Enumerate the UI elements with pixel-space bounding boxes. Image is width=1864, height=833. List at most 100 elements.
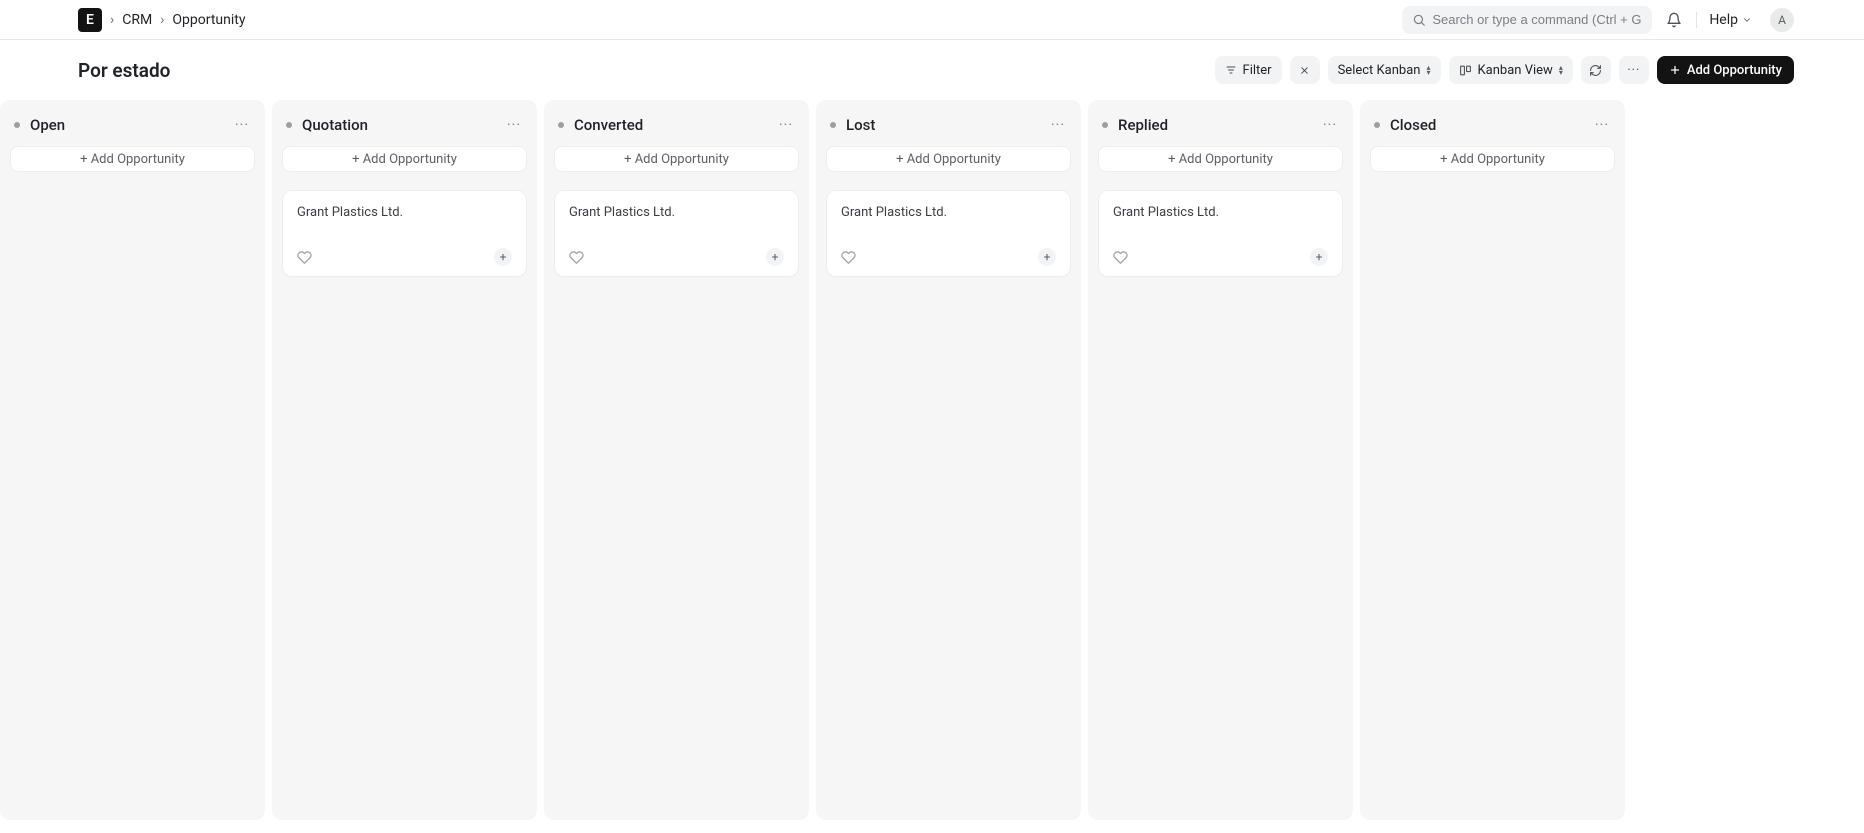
column-more-button[interactable]: ··· bbox=[777, 117, 795, 133]
help-button[interactable]: Help bbox=[1705, 12, 1756, 28]
column-more-button[interactable]: ··· bbox=[233, 117, 251, 133]
chevron-down-icon bbox=[1742, 15, 1752, 25]
kanban-column[interactable]: Converted ··· + Add Opportunity Grant Plast… bbox=[544, 100, 809, 820]
card-assign-button[interactable]: + bbox=[494, 248, 512, 266]
column-title-wrap: Quotation bbox=[286, 116, 368, 134]
kanban-column[interactable]: Closed ··· + Add Opportunity bbox=[1360, 100, 1625, 820]
more-actions-button[interactable]: ··· bbox=[1619, 56, 1649, 84]
heart-icon bbox=[569, 250, 584, 265]
card-title: Grant Plastics Ltd. bbox=[297, 205, 512, 220]
view-label: Kanban View bbox=[1478, 63, 1553, 78]
opportunity-card[interactable]: Grant Plastics Ltd. + bbox=[282, 190, 527, 277]
board-scroll[interactable]: Open ··· + Add Opportunity Quotation ··· + Ad… bbox=[0, 100, 1864, 820]
column-add-label: + Add Opportunity bbox=[896, 152, 1001, 167]
notifications-button[interactable] bbox=[1660, 6, 1688, 34]
like-button[interactable] bbox=[297, 250, 312, 265]
breadcrumb-crm[interactable]: CRM bbox=[122, 12, 152, 28]
add-opportunity-label: Add Opportunity bbox=[1687, 63, 1782, 78]
kanban-column[interactable]: Quotation ··· + Add Opportunity Grant Plast… bbox=[272, 100, 537, 820]
card-title: Grant Plastics Ltd. bbox=[569, 205, 784, 220]
column-header: Quotation ··· bbox=[282, 108, 527, 146]
kanban-column[interactable]: Lost ··· + Add Opportunity Grant Plastics L… bbox=[816, 100, 1081, 820]
app-logo[interactable]: E bbox=[78, 8, 102, 32]
heart-icon bbox=[1113, 250, 1128, 265]
column-name: Closed bbox=[1390, 116, 1436, 134]
filter-icon bbox=[1225, 64, 1237, 76]
column-add-opportunity-button[interactable]: + Add Opportunity bbox=[554, 146, 799, 172]
refresh-button[interactable] bbox=[1581, 56, 1611, 84]
avatar-initial: A bbox=[1778, 13, 1786, 27]
column-more-button[interactable]: ··· bbox=[1593, 117, 1611, 133]
sort-icon: ▴▾ bbox=[1427, 65, 1431, 75]
column-add-opportunity-button[interactable]: + Add Opportunity bbox=[826, 146, 1071, 172]
filter-label: Filter bbox=[1243, 63, 1272, 78]
kanban-column[interactable]: Replied ··· + Add Opportunity Grant Plastic… bbox=[1088, 100, 1353, 820]
page-title: Por estado bbox=[78, 59, 170, 82]
status-dot-icon bbox=[558, 122, 564, 128]
opportunity-card[interactable]: Grant Plastics Ltd. + bbox=[554, 190, 799, 277]
status-dot-icon bbox=[830, 122, 836, 128]
column-add-opportunity-button[interactable]: + Add Opportunity bbox=[1098, 146, 1343, 172]
column-add-label: + Add Opportunity bbox=[80, 152, 185, 167]
column-title-wrap: Lost bbox=[830, 116, 875, 134]
kanban-icon bbox=[1459, 64, 1472, 77]
view-select-button[interactable]: Kanban View ▴▾ bbox=[1449, 56, 1573, 84]
avatar[interactable]: A bbox=[1770, 8, 1794, 32]
card-assign-button[interactable]: + bbox=[766, 248, 784, 266]
topbar-left: E › CRM › Opportunity bbox=[78, 8, 245, 32]
clear-filter-button[interactable] bbox=[1290, 56, 1320, 84]
status-dot-icon bbox=[286, 122, 292, 128]
like-button[interactable] bbox=[569, 250, 584, 265]
refresh-icon bbox=[1589, 64, 1602, 77]
column-title-wrap: Replied bbox=[1102, 116, 1168, 134]
column-add-opportunity-button[interactable]: + Add Opportunity bbox=[1370, 146, 1615, 172]
column-title-wrap: Open bbox=[14, 116, 65, 134]
subheader: Por estado Filter Select Kanban ▴▾ Kanba… bbox=[0, 40, 1864, 100]
status-dot-icon bbox=[14, 122, 20, 128]
column-add-opportunity-button[interactable]: + Add Opportunity bbox=[10, 146, 255, 172]
add-opportunity-primary-button[interactable]: Add Opportunity bbox=[1657, 56, 1794, 84]
sort-icon: ▴▾ bbox=[1559, 65, 1563, 75]
divider bbox=[1696, 12, 1697, 28]
plus-icon bbox=[1669, 64, 1681, 76]
filter-button[interactable]: Filter bbox=[1215, 56, 1282, 84]
column-more-button[interactable]: ··· bbox=[1049, 117, 1067, 133]
column-add-opportunity-button[interactable]: + Add Opportunity bbox=[282, 146, 527, 172]
search-input[interactable] bbox=[1432, 12, 1642, 27]
chevron-right-icon: › bbox=[108, 12, 116, 28]
card-assign-button[interactable]: + bbox=[1038, 248, 1056, 266]
like-button[interactable] bbox=[1113, 250, 1128, 265]
column-add-label: + Add Opportunity bbox=[352, 152, 457, 167]
breadcrumb-opportunity[interactable]: Opportunity bbox=[172, 12, 245, 28]
column-title-wrap: Closed bbox=[1374, 116, 1436, 134]
select-kanban-label: Select Kanban bbox=[1338, 63, 1421, 78]
card-title: Grant Plastics Ltd. bbox=[1113, 205, 1328, 220]
logo-letter: E bbox=[86, 12, 94, 28]
opportunity-card[interactable]: Grant Plastics Ltd.+ bbox=[826, 190, 1071, 277]
heart-icon bbox=[297, 250, 312, 265]
status-dot-icon bbox=[1102, 122, 1108, 128]
kanban-board: Open ··· + Add Opportunity Quotation ··· + Ad… bbox=[0, 100, 1864, 820]
chevron-right-icon: › bbox=[158, 12, 166, 28]
global-search[interactable] bbox=[1402, 6, 1652, 34]
column-add-label: + Add Opportunity bbox=[624, 152, 729, 167]
column-title-wrap: Converted bbox=[558, 116, 643, 134]
kanban-column[interactable]: Open ··· + Add Opportunity bbox=[0, 100, 265, 820]
column-more-button[interactable]: ··· bbox=[1321, 117, 1339, 133]
column-more-button[interactable]: ··· bbox=[505, 117, 523, 133]
card-assign-button[interactable]: + bbox=[1310, 248, 1328, 266]
column-name: Lost bbox=[846, 116, 875, 134]
opportunity-card[interactable]: Grant Plastics Ltd. + bbox=[1098, 190, 1343, 277]
toolbar: Filter Select Kanban ▴▾ Kanban View ▴▾ bbox=[1215, 56, 1794, 84]
column-add-label: + Add Opportunity bbox=[1440, 152, 1545, 167]
column-name: Converted bbox=[574, 116, 643, 134]
card-footer: + bbox=[297, 248, 512, 266]
plus-icon: + bbox=[1044, 250, 1051, 264]
like-button[interactable] bbox=[841, 250, 856, 265]
column-header: Converted ··· bbox=[554, 108, 799, 146]
card-footer: + bbox=[1113, 248, 1328, 266]
select-kanban-button[interactable]: Select Kanban ▴▾ bbox=[1328, 56, 1441, 84]
column-header: Open ··· bbox=[10, 108, 255, 146]
plus-icon: + bbox=[772, 250, 779, 264]
column-header: Closed ··· bbox=[1370, 108, 1615, 146]
